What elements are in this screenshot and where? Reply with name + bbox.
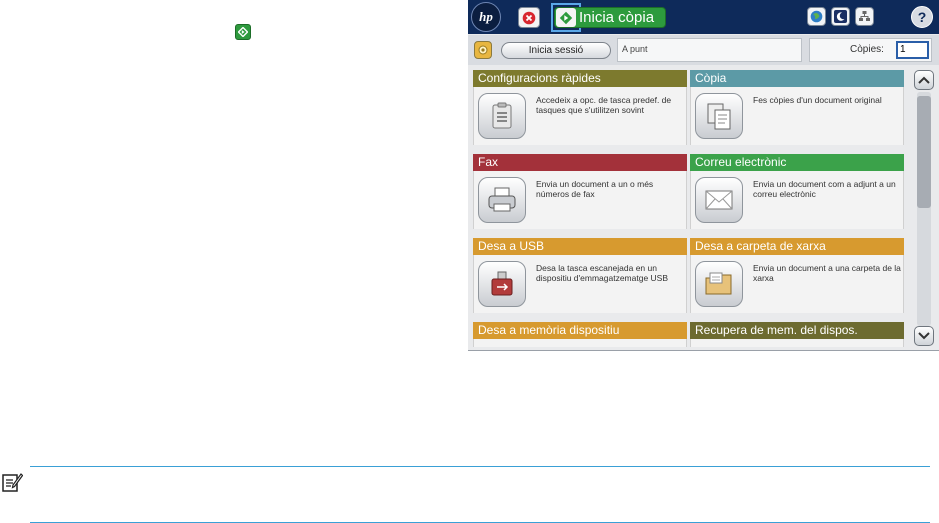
note-icon bbox=[2, 473, 23, 492]
fax-icon bbox=[478, 177, 526, 223]
start-copy-label: Inicia còpia bbox=[579, 9, 655, 26]
tile-title: Correu electrònic bbox=[690, 154, 904, 171]
scroll-thumb[interactable] bbox=[917, 96, 931, 208]
stop-icon bbox=[522, 11, 536, 24]
help-button[interactable]: ? bbox=[911, 6, 933, 28]
copies-control: Còpies: 1 bbox=[809, 38, 932, 62]
status-row: Inicia sessió A punt Còpies: 1 bbox=[468, 35, 939, 65]
quick-sets-icon bbox=[478, 93, 526, 139]
tile-description: Envia un document a un o més números de … bbox=[536, 179, 654, 199]
chevron-down-icon bbox=[918, 332, 930, 340]
stop-button[interactable] bbox=[518, 7, 540, 28]
tile-title: Desa a USB bbox=[473, 238, 687, 255]
email-icon bbox=[695, 177, 743, 223]
printer-control-panel: hp Inicia còpia ? Inicia sessió A punt C… bbox=[468, 0, 939, 351]
network-icon[interactable] bbox=[855, 7, 874, 26]
tile-title: Desa a memòria dispositiu bbox=[473, 322, 687, 339]
sleep-icon[interactable] bbox=[831, 7, 850, 26]
tile-description: Desa la tasca escanejada en un dispositi… bbox=[536, 263, 669, 283]
tile-save-to-usb[interactable]: Desa a USB Desa la tasca escanejada en u… bbox=[473, 238, 687, 313]
tile-title: Recupera de mem. del dispos. bbox=[690, 322, 904, 339]
chevron-up-icon bbox=[918, 76, 930, 84]
sign-in-icon[interactable] bbox=[474, 41, 492, 59]
copies-input[interactable]: 1 bbox=[896, 41, 929, 59]
tile-description: Accedeix a opc. de tasca predef. de tasq… bbox=[536, 95, 672, 115]
scroll-down-button[interactable] bbox=[914, 326, 934, 346]
tile-title: Còpia bbox=[690, 70, 904, 87]
copies-label: Còpies: bbox=[850, 44, 884, 55]
scroll-up-button[interactable] bbox=[914, 70, 934, 90]
usb-icon bbox=[478, 261, 526, 307]
tile-fax[interactable]: Fax Envia un document a un o més números… bbox=[473, 154, 687, 229]
start-icon bbox=[556, 8, 576, 27]
copy-icon bbox=[695, 93, 743, 139]
tile-description: Envia un document com a adjunt a un corr… bbox=[753, 179, 896, 199]
tile-email[interactable]: Correu electrònic Envia un document com … bbox=[690, 154, 904, 229]
start-button-icon bbox=[235, 24, 251, 40]
globe-icon[interactable] bbox=[807, 7, 826, 26]
tile-retrieve-from-device-memory[interactable]: Recupera de mem. del dispos. bbox=[690, 322, 904, 347]
note-divider-top bbox=[30, 466, 930, 467]
sign-in-button[interactable]: Inicia sessió bbox=[501, 42, 611, 59]
tile-title: Fax bbox=[473, 154, 687, 171]
hp-logo[interactable]: hp bbox=[471, 2, 501, 32]
tile-copy[interactable]: Còpia Fes còpies d'un document original bbox=[690, 70, 904, 145]
tile-quick-sets[interactable]: Configuracions ràpides Accedeix a opc. d… bbox=[473, 70, 687, 145]
top-bar: hp Inicia còpia ? bbox=[468, 0, 939, 34]
tile-title: Desa a carpeta de xarxa bbox=[690, 238, 904, 255]
tile-save-to-network-folder[interactable]: Desa a carpeta de xarxa Envia un documen… bbox=[690, 238, 904, 313]
tile-save-to-device-memory[interactable]: Desa a memòria dispositiu bbox=[473, 322, 687, 347]
scroll-track[interactable] bbox=[917, 92, 931, 326]
status-message: A punt bbox=[617, 38, 802, 62]
tile-description: Envia un document a una carpeta de la xa… bbox=[753, 263, 901, 283]
network-folder-icon bbox=[695, 261, 743, 307]
tile-description: Fes còpies d'un document original bbox=[753, 95, 882, 105]
scrollbar[interactable] bbox=[912, 70, 936, 348]
tile-title: Configuracions ràpides bbox=[473, 70, 687, 87]
